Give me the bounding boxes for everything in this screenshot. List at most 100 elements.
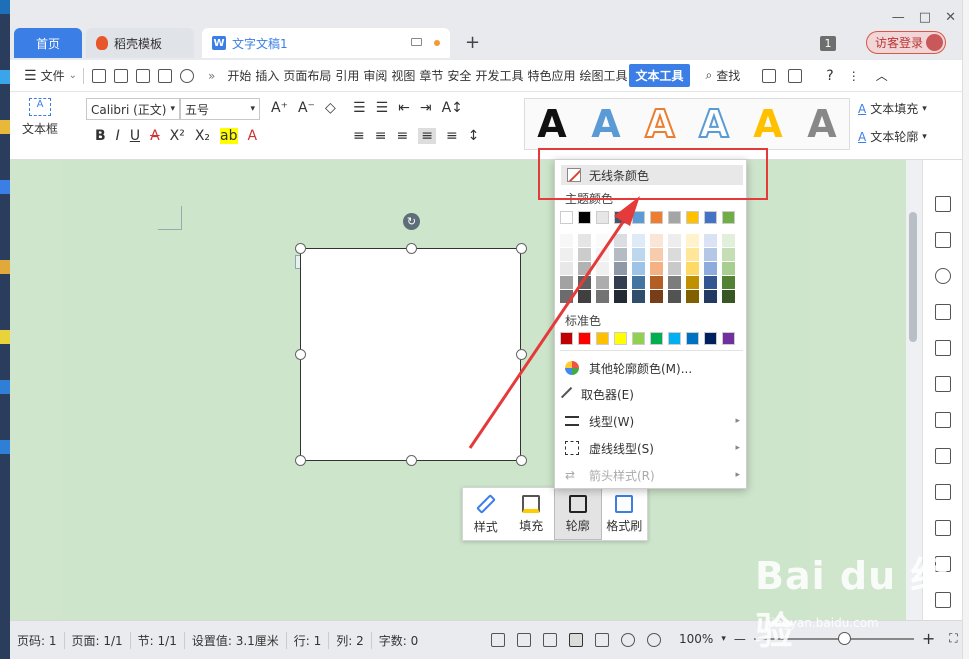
menu-item-layout[interactable]: 页面布局 [281, 67, 333, 84]
resize-handle[interactable] [516, 349, 527, 360]
wordart-style-blue[interactable]: A [591, 105, 620, 143]
grow-font-icon[interactable]: A⁺ [271, 100, 288, 116]
menu-item-text-tools[interactable]: 文本工具 [629, 64, 690, 87]
color-swatch[interactable] [668, 276, 681, 289]
text-direction-icon[interactable]: A↕ [442, 100, 463, 116]
color-swatch[interactable] [722, 211, 735, 224]
color-swatch[interactable] [686, 262, 699, 275]
outline-view-icon[interactable] [595, 633, 610, 647]
zoom-level[interactable]: 100% [679, 632, 713, 646]
eye-care-icon[interactable] [647, 633, 662, 647]
share-icon[interactable] [762, 68, 777, 83]
color-swatch[interactable] [722, 234, 735, 247]
help-icon[interactable]: ? [824, 68, 835, 84]
color-swatch[interactable] [650, 332, 663, 345]
color-swatch[interactable] [596, 234, 609, 247]
undo-icon[interactable] [179, 68, 194, 83]
wordart-style-blue-outline[interactable]: A [698, 104, 729, 144]
text-fill-button[interactable]: A 文本填充 ▾ [858, 100, 927, 117]
textbox-button[interactable]: A 文本框 [22, 98, 58, 137]
color-swatch[interactable] [686, 276, 699, 289]
resize-handle[interactable] [295, 455, 306, 466]
chevron-down-icon[interactable]: ▾ [721, 634, 726, 644]
bullet-list-icon[interactable]: ☰ [353, 100, 366, 116]
font-name-select[interactable]: Calibri (正文) ▾ [86, 98, 180, 120]
outline-button[interactable]: 轮廓 [554, 488, 602, 540]
distribute-icon[interactable]: ≡ [446, 128, 458, 144]
wordart-style-gray[interactable]: A [807, 105, 836, 143]
menu-item-view[interactable]: 视图 [389, 67, 417, 84]
increase-indent-icon[interactable]: ⇥ [420, 100, 432, 116]
table-icon[interactable] [935, 340, 951, 356]
color-swatch[interactable] [614, 234, 627, 247]
resize-handle[interactable] [516, 243, 527, 254]
more-icon[interactable]: » [206, 69, 217, 83]
color-swatch[interactable] [632, 248, 645, 261]
color-swatch[interactable] [632, 234, 645, 247]
numbered-list-icon[interactable]: ☰ [376, 100, 389, 116]
resize-handle[interactable] [295, 243, 306, 254]
menu-item-drawing-tools[interactable]: 绘图工具 [577, 67, 629, 84]
menu-item-features[interactable]: 特色应用 [525, 67, 577, 84]
color-swatch[interactable] [632, 276, 645, 289]
hamburger-icon[interactable]: ☰ [22, 68, 39, 84]
color-swatch[interactable] [668, 262, 681, 275]
color-swatch[interactable] [722, 332, 735, 345]
cloud-sync-icon[interactable] [788, 68, 803, 83]
settings-sliders-icon[interactable] [935, 448, 951, 464]
zoom-out-button[interactable]: — [734, 632, 746, 646]
justify-icon[interactable]: ≡ [418, 128, 436, 144]
color-swatch[interactable] [704, 234, 717, 247]
rotate-handle[interactable]: ↻ [403, 213, 420, 230]
color-swatch[interactable] [560, 276, 573, 289]
bold-icon[interactable]: B [95, 128, 106, 144]
menu-search[interactable]: 查找 [714, 67, 742, 84]
scrollbar-thumb[interactable] [909, 212, 917, 342]
menu-item-security[interactable]: 安全 [445, 67, 473, 84]
text-outline-button[interactable]: A 文本轮廓 ▾ [858, 128, 927, 145]
color-swatch[interactable] [650, 234, 663, 247]
color-swatch[interactable] [650, 248, 663, 261]
menu-item-chapter[interactable]: 章节 [417, 67, 445, 84]
color-swatch[interactable] [704, 248, 717, 261]
fill-button[interactable]: 填充 [509, 488, 555, 540]
font-size-select[interactable]: 五号 ▾ [180, 98, 260, 120]
color-swatch[interactable] [704, 290, 717, 303]
color-swatch[interactable] [560, 234, 573, 247]
grid-icon[interactable] [935, 376, 951, 392]
export-icon[interactable] [935, 520, 951, 536]
menu-item-review[interactable]: 审阅 [361, 67, 389, 84]
page-view-icon[interactable] [569, 633, 584, 647]
color-swatch[interactable] [668, 211, 681, 224]
style-button[interactable]: 样式 [463, 488, 509, 540]
shrink-font-icon[interactable]: A⁻ [298, 100, 315, 116]
menu-item-developer[interactable]: 开发工具 [473, 67, 525, 84]
color-swatch[interactable] [578, 234, 591, 247]
color-swatch[interactable] [596, 262, 609, 275]
resize-handle[interactable] [516, 455, 527, 466]
menu-item-insert[interactable]: 插入 [253, 67, 281, 84]
color-swatch[interactable] [560, 332, 573, 345]
color-swatch[interactable] [722, 248, 735, 261]
color-swatch[interactable] [650, 290, 663, 303]
tab-home[interactable]: 首页 [14, 28, 82, 58]
format-painter-button[interactable]: 格式刷 [602, 488, 648, 540]
color-swatch[interactable] [704, 211, 717, 224]
color-swatch[interactable] [722, 276, 735, 289]
color-swatch[interactable] [560, 290, 573, 303]
dash-type-item[interactable]: 虚线线型(S) ▸ [555, 435, 748, 461]
open-folder-icon[interactable] [91, 68, 106, 83]
color-swatch[interactable] [686, 332, 699, 345]
menu-item-references[interactable]: 引用 [333, 67, 361, 84]
color-swatch[interactable] [614, 248, 627, 261]
maximize-button[interactable]: □ [919, 10, 931, 25]
color-swatch[interactable] [668, 234, 681, 247]
color-swatch[interactable] [578, 332, 591, 345]
color-swatch[interactable] [596, 276, 609, 289]
menu-file[interactable]: 文件 [39, 67, 67, 84]
color-swatch[interactable] [578, 262, 591, 275]
subscript-icon[interactable]: X₂ [195, 128, 210, 144]
collapse-ribbon-icon[interactable]: ︿ [874, 67, 890, 84]
more-options-icon[interactable]: ⋮ [846, 69, 862, 83]
save-icon[interactable] [113, 68, 128, 83]
